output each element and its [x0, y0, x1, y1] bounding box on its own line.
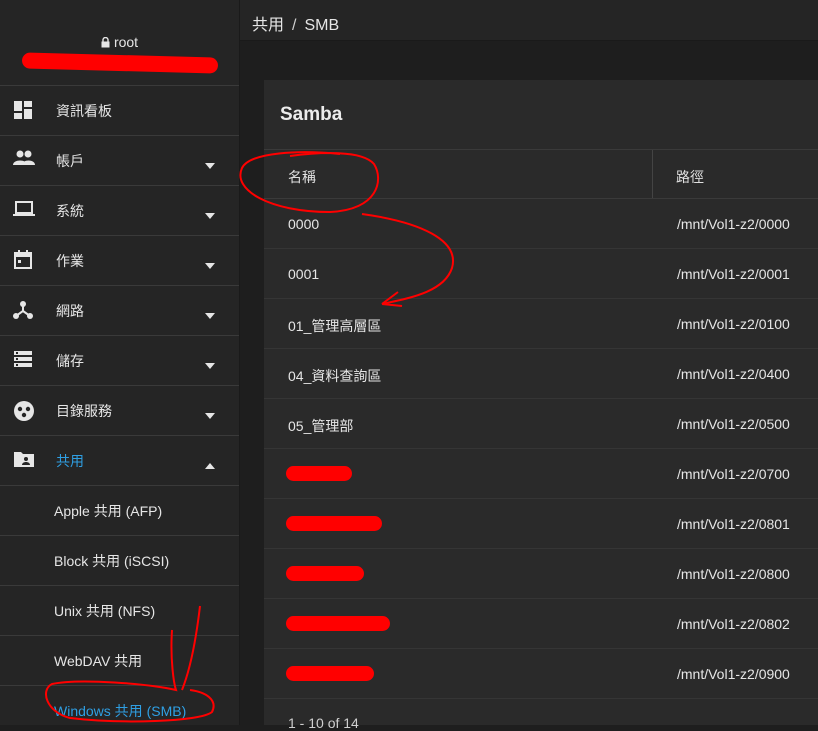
smb-shares-card: Samba 名稱 路徑 0000/mnt/Vol1-z2/0000 0001/mn… — [264, 80, 818, 731]
user-box: root — [0, 0, 239, 86]
share-path: /mnt/Vol1-z2/0800 — [677, 566, 790, 582]
sidebar-item-label: 目錄服務 — [56, 402, 112, 419]
redaction-scribble — [286, 666, 374, 681]
table-row[interactable]: 05_管理部/mnt/Vol1-z2/0500 — [264, 399, 818, 449]
top-bar: 共用 / SMB — [240, 0, 818, 41]
sidebar-subitem-2[interactable]: Unix 共用 (NFS) — [0, 586, 239, 636]
sidebar-subitem-4[interactable]: Windows 共用 (SMB) — [0, 686, 239, 725]
share-path: /mnt/Vol1-z2/0801 — [677, 516, 790, 532]
sidebar-item-label: 儲存 — [56, 352, 84, 369]
column-header-name[interactable]: 名稱 — [288, 167, 316, 187]
share-path: /mnt/Vol1-z2/0000 — [677, 216, 790, 232]
network-icon — [13, 300, 35, 322]
sidebar-item-3[interactable]: 作業 — [0, 236, 239, 286]
share-name: 0000 — [288, 216, 320, 232]
sidebar-item-1[interactable]: 帳戶 — [0, 136, 239, 186]
chevron-down-icon — [204, 257, 216, 269]
directory-icon — [13, 400, 35, 422]
redaction-scribble — [286, 466, 352, 481]
share-name: 04_資料查詢區 — [288, 368, 382, 384]
sidebar-item-label: 網路 — [56, 302, 84, 319]
redaction-scribble — [286, 616, 390, 631]
people-icon — [13, 150, 35, 172]
table-row[interactable]: 0001/mnt/Vol1-z2/0001 — [264, 249, 818, 299]
sidebar-item-2[interactable]: 系統 — [0, 186, 239, 236]
pagination-label: 1 - 10 of 14 — [288, 715, 359, 731]
breadcrumb: 共用 / SMB — [252, 17, 340, 34]
breadcrumb-page: SMB — [304, 17, 340, 34]
sidebar-item-7[interactable]: 共用 — [0, 436, 239, 486]
chevron-up-icon — [204, 457, 216, 469]
chevron-down-icon — [204, 357, 216, 369]
card-header: Samba — [264, 80, 818, 150]
redaction-scribble — [286, 516, 382, 531]
sidebar-item-0[interactable]: 資訊看板 — [0, 86, 239, 136]
column-header-path[interactable]: 路徑 — [676, 167, 704, 187]
sidebar-item-label: 帳戶 — [56, 152, 84, 169]
share-path: /mnt/Vol1-z2/0802 — [677, 616, 790, 632]
chevron-down-icon — [204, 307, 216, 319]
sidebar-subitem-label: Unix 共用 (NFS) — [54, 603, 156, 619]
table-row[interactable]: 04_資料查詢區/mnt/Vol1-z2/0400 — [264, 349, 818, 399]
share-path: /mnt/Vol1-z2/0500 — [677, 416, 790, 432]
sidebar-item-label: 資訊看板 — [56, 102, 112, 119]
chevron-down-icon — [204, 407, 216, 419]
share-path: /mnt/Vol1-z2/0900 — [677, 666, 790, 682]
table-row[interactable]: 0000/mnt/Vol1-z2/0000 — [264, 199, 818, 249]
table-row[interactable]: /mnt/Vol1-z2/0802 — [264, 599, 818, 649]
share-name: 05_管理部 — [288, 418, 354, 434]
share-path: /mnt/Vol1-z2/0001 — [677, 266, 790, 282]
storage-icon — [13, 350, 35, 372]
folder-shared-icon — [13, 450, 35, 472]
sidebar-subitem-label: WebDAV 共用 — [54, 653, 143, 669]
sidebar-item-6[interactable]: 目錄服務 — [0, 386, 239, 436]
calendar-icon — [13, 250, 35, 272]
sidebar-item-label: 系統 — [56, 202, 84, 219]
sidebar-item-label: 作業 — [56, 252, 84, 269]
share-path: /mnt/Vol1-z2/0100 — [677, 316, 790, 332]
sidebar-subitem-label: Apple 共用 (AFP) — [54, 503, 163, 519]
table-header: 名稱 路徑 — [264, 150, 818, 199]
sidebar: root 資訊看板帳戶系統作業網路儲存目錄服務共用 Apple 共用 (AFP) B… — [0, 0, 240, 725]
redaction-scribble — [286, 566, 364, 581]
share-path: /mnt/Vol1-z2/0700 — [677, 466, 790, 482]
sidebar-subitem-0[interactable]: Apple 共用 (AFP) — [0, 486, 239, 536]
username: root — [113, 34, 139, 50]
share-name: 01_管理高層區 — [288, 318, 382, 334]
sidebar-item-4[interactable]: 網路 — [0, 286, 239, 336]
breadcrumb-section[interactable]: 共用 — [252, 17, 284, 34]
laptop-icon — [13, 200, 35, 222]
sidebar-subitem-3[interactable]: WebDAV 共用 — [0, 636, 239, 686]
chevron-down-icon — [204, 157, 216, 169]
card-title: Samba — [280, 104, 343, 125]
chevron-down-icon — [204, 207, 216, 219]
sidebar-item-label: 共用 — [56, 452, 84, 469]
table-row[interactable]: 01_管理高層區/mnt/Vol1-z2/0100 — [264, 299, 818, 349]
sidebar-item-5[interactable]: 儲存 — [0, 336, 239, 386]
table-row[interactable]: /mnt/Vol1-z2/0801 — [264, 499, 818, 549]
table-row[interactable]: /mnt/Vol1-z2/0700 — [264, 449, 818, 499]
dashboard-icon — [13, 100, 35, 122]
sidebar-subitem-label: Block 共用 (iSCSI) — [54, 553, 170, 569]
lock-icon — [101, 35, 110, 51]
column-divider — [652, 150, 653, 198]
table-row[interactable]: /mnt/Vol1-z2/0800 — [264, 549, 818, 599]
user-line[interactable]: root — [0, 34, 239, 51]
share-path: /mnt/Vol1-z2/0400 — [677, 366, 790, 382]
share-name: 0001 — [288, 266, 320, 282]
sidebar-subitem-1[interactable]: Block 共用 (iSCSI) — [0, 536, 239, 586]
sidebar-subitem-label: Windows 共用 (SMB) — [54, 703, 187, 719]
table-row[interactable]: /mnt/Vol1-z2/0900 — [264, 649, 818, 699]
